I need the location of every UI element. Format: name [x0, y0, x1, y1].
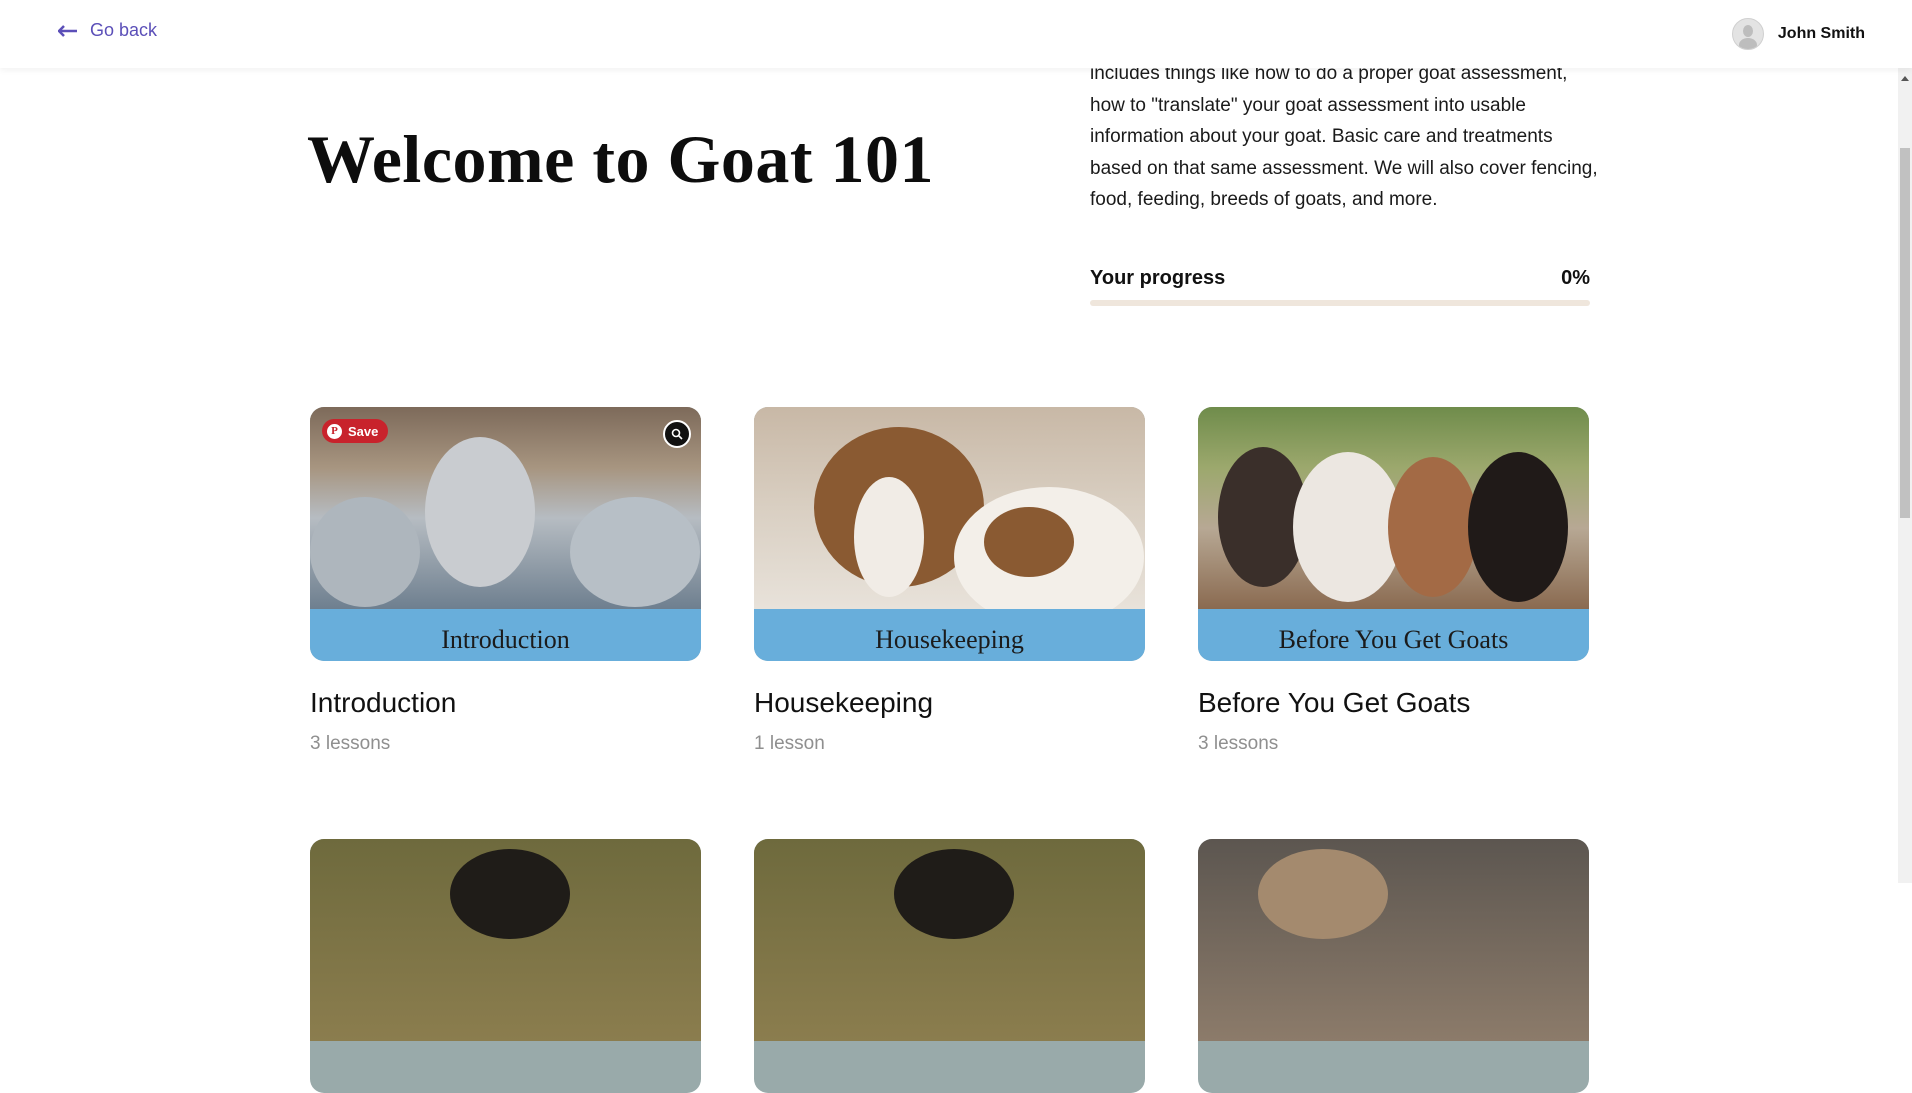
module-title[interactable]: Housekeeping	[754, 687, 1145, 719]
module-lesson-count: 3 lessons	[310, 733, 391, 754]
goat-photo	[1198, 839, 1589, 1041]
module-card-before-you-get-goats[interactable]: Before You Get Goats Before You Get Goat…	[1198, 407, 1589, 755]
goat-shape	[1293, 452, 1403, 602]
goat-photo	[310, 839, 701, 1041]
page-title: Welcome to Goat 101	[307, 121, 935, 197]
module-title[interactable]: Introduction	[310, 687, 701, 719]
avatar-head	[1742, 25, 1753, 37]
goat-spot-shape	[984, 507, 1074, 577]
pinterest-save-label: Save	[348, 423, 379, 439]
module-title[interactable]: Before You Get Goats	[1198, 687, 1589, 719]
goat-shape	[894, 849, 1014, 939]
goat-shape-left	[310, 497, 420, 607]
goat-blaze-shape	[854, 477, 924, 597]
module-thumbnail[interactable]	[1198, 839, 1589, 1093]
avatar-body	[1738, 38, 1757, 49]
top-header: Go back John Smith	[0, 0, 1912, 68]
progress-bar	[1090, 300, 1590, 306]
progress-value: 0%	[1561, 267, 1590, 289]
go-back-label: Go back	[90, 20, 158, 40]
goat-photo	[1198, 407, 1589, 609]
user-menu[interactable]: John Smith	[1731, 18, 1865, 50]
goat-photo	[754, 839, 1145, 1041]
module-card[interactable]	[754, 839, 1145, 1093]
goat-photo	[754, 407, 1145, 627]
pinterest-icon: P	[327, 423, 342, 439]
scroll-up-arrow-icon[interactable]	[1901, 76, 1909, 81]
module-banner: Before You Get Goats	[1198, 609, 1589, 661]
module-card[interactable]	[1198, 839, 1589, 1093]
pinterest-save-button[interactable]: P Save	[322, 419, 389, 443]
user-name: John Smith	[1777, 25, 1865, 42]
module-thumbnail[interactable]: Housekeeping	[754, 407, 1145, 661]
module-lesson-count: 1 lesson	[754, 733, 825, 754]
goat-shape	[450, 849, 570, 939]
module-lesson-count: 3 lessons	[1198, 733, 1279, 754]
progress-label: Your progress	[1090, 267, 1226, 289]
arrow-left-icon	[58, 24, 77, 37]
module-thumbnail[interactable]: Introduction P Save	[310, 407, 701, 661]
goat-shape	[1258, 849, 1388, 939]
course-description: includes things like how to do a proper …	[1090, 63, 1598, 210]
goat-shape-right	[570, 497, 700, 607]
page-scrollbar[interactable]	[1898, 68, 1912, 883]
visual-search-button[interactable]	[663, 420, 691, 448]
module-card[interactable]	[310, 839, 701, 1093]
avatar	[1731, 18, 1764, 50]
lens-search-icon	[671, 428, 683, 440]
module-card-introduction[interactable]: Introduction P Save Introduction 3 lesso…	[310, 407, 701, 755]
scroll-thumb[interactable]	[1900, 148, 1910, 518]
module-card-housekeeping[interactable]: Housekeeping Housekeeping 1 lesson	[754, 407, 1145, 755]
module-banner: Introduction	[310, 609, 701, 661]
goat-shape	[1468, 452, 1568, 602]
module-thumbnail[interactable]: Before You Get Goats	[1198, 407, 1589, 661]
module-banner: Housekeeping	[754, 609, 1145, 661]
module-thumbnail[interactable]	[310, 839, 701, 1093]
goat-shape	[1388, 457, 1478, 597]
goat-head-shape	[425, 437, 535, 587]
go-back-link[interactable]: Go back	[58, 20, 157, 41]
module-thumbnail[interactable]	[754, 839, 1145, 1093]
